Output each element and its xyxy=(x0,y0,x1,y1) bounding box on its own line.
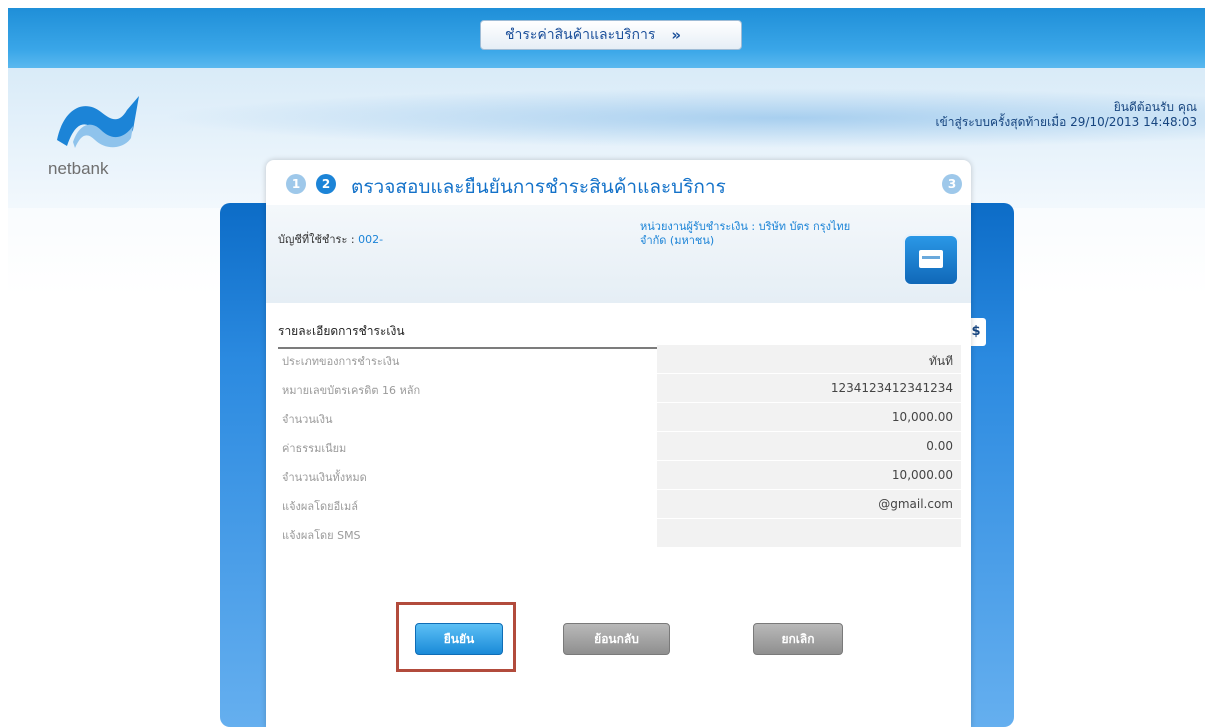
detail-value: 10,000.00 xyxy=(891,410,953,424)
source-account-number: 002- xyxy=(358,233,384,246)
detail-label: หมายเลขบัตรเครดิต 16 หลัก xyxy=(282,384,421,397)
detail-row-amount: จำนวนเงิน 10,000.00 xyxy=(278,403,961,432)
detail-label: แจ้งผลโดย SMS xyxy=(282,529,361,542)
account-info-band: บัญชีที่ใช้ชำระ : 002- หน่วยงานผู้รับชำร… xyxy=(266,205,971,303)
detail-row-payment-type: ประเภทของการชำระเงิน ทันที xyxy=(278,345,961,374)
welcome-greeting: ยินดีต้อนรับ คุณ xyxy=(1113,100,1197,114)
top-bar: ชำระค่าสินค้าและบริการ » xyxy=(8,8,1205,68)
source-account: บัญชีที่ใช้ชำระ : 002- xyxy=(278,230,383,248)
detail-label: ค่าธรรมเนียม xyxy=(282,442,347,455)
service-menu-dropdown[interactable]: ชำระค่าสินค้าและบริการ » xyxy=(480,20,742,50)
detail-value: ทันที xyxy=(928,354,953,368)
confirm-button[interactable]: ยืนยัน xyxy=(415,623,503,655)
last-login-label: เข้าสู่ระบบครั้งสุดท้ายเมื่อ xyxy=(935,115,1067,129)
detail-label: จำนวนเงิน xyxy=(282,413,333,426)
service-menu-label: ชำระค่าสินค้าและบริการ xyxy=(505,27,656,43)
step-1-indicator: 1 xyxy=(286,174,306,194)
detail-label: แจ้งผลโดยอีเมล์ xyxy=(282,500,358,513)
detail-value: 10,000.00 xyxy=(891,468,953,482)
step-2-indicator: 2 xyxy=(316,174,336,194)
step-3-indicator: 3 xyxy=(942,174,962,194)
page-frame: ชำระค่าสินค้าและบริการ » netbank ยินดีต้… xyxy=(8,8,1205,727)
welcome-info: ยินดีต้อนรับ คุณ เข้าสู่ระบบครั้งสุดท้าย… xyxy=(935,100,1197,130)
detail-row-total: จำนวนเงินทั้งหมด 10,000.00 xyxy=(278,461,961,490)
card-header: 1 2 ตรวจสอบและยืนยันการชำระสินค้าและบริก… xyxy=(266,160,971,205)
detail-row-card-number: หมายเลขบัตรเครดิต 16 หลัก 12341234123412… xyxy=(278,374,961,403)
cancel-button[interactable]: ยกเลิก xyxy=(753,623,843,655)
page-title: ตรวจสอบและยืนยันการชำระสินค้าและบริการ xyxy=(351,176,726,198)
payment-terminal-icon xyxy=(903,234,959,286)
back-button[interactable]: ย้อนกลับ xyxy=(563,623,670,655)
payment-confirm-card: 1 2 ตรวจสอบและยืนยันการชำระสินค้าและบริก… xyxy=(266,160,971,727)
detail-label: จำนวนเงินทั้งหมด xyxy=(282,471,367,484)
last-login-time: 29/10/2013 14:48:03 xyxy=(1070,115,1197,129)
netbank-logo-icon xyxy=(57,96,139,148)
source-account-label: บัญชีที่ใช้ชำระ : xyxy=(278,233,355,246)
payee-info: หน่วยงานผู้รับชำระเงิน : บริษัท บัตร กรุ… xyxy=(640,220,880,248)
detail-label: ประเภทของการชำระเงิน xyxy=(282,355,400,368)
detail-row-sms: แจ้งผลโดย SMS xyxy=(278,519,961,548)
detail-value: @gmail.com xyxy=(878,497,953,511)
detail-value: 1234123412341234 xyxy=(830,381,953,395)
detail-value: 0.00 xyxy=(926,439,953,453)
payment-details-table: ประเภทของการชำระเงิน ทันที หมายเลขบัตรเค… xyxy=(278,345,961,548)
brand-logo-text: netbank xyxy=(48,159,109,178)
detail-row-fee: ค่าธรรมเนียม 0.00 xyxy=(278,432,961,461)
double-chevron-down-icon: » xyxy=(671,26,682,44)
payee-label: หน่วยงานผู้รับชำระเงิน : xyxy=(640,220,756,233)
detail-row-email: แจ้งผลโดยอีเมล์ @gmail.com xyxy=(278,490,961,519)
